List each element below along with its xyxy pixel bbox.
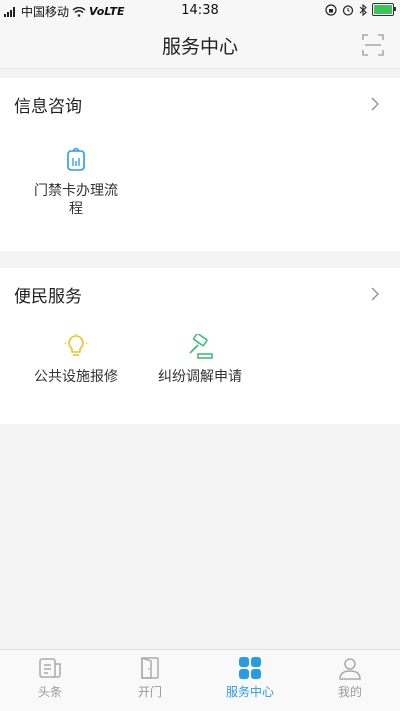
tab-service-center[interactable]: 服务中心 xyxy=(200,650,300,711)
tab-headlines[interactable]: 头条 xyxy=(0,650,100,711)
bluetooth-icon xyxy=(359,3,367,16)
tab-label: 服务中心 xyxy=(225,685,274,699)
tab-label: 头条 xyxy=(37,685,62,699)
tab-mine[interactable]: 我的 xyxy=(300,650,400,711)
tile-label: 公共设施报修 xyxy=(34,369,118,385)
tab-label: 开门 xyxy=(137,685,162,699)
nav-bar: 服务中心 xyxy=(0,22,400,69)
tab-open-door[interactable]: 开门 xyxy=(100,650,200,711)
access-card-icon xyxy=(67,147,85,171)
section-convenience-services: 便民服务 公共设施报修 纠纷调解申请 xyxy=(0,268,400,424)
tile-label: 门禁卡办理流程 xyxy=(34,183,118,217)
battery-icon xyxy=(372,3,396,16)
section-title: 信息咨询 xyxy=(14,97,82,117)
grid-icon xyxy=(239,657,261,679)
section-title: 便民服务 xyxy=(14,287,82,307)
section-info-consult: 信息咨询 门禁卡办理流程 xyxy=(0,78,400,251)
tile-label: 纠纷调解申请 xyxy=(158,369,242,385)
lock-rotation-icon xyxy=(325,3,337,16)
tile-facility-repair[interactable]: 公共设施报修 xyxy=(21,334,131,386)
door-icon xyxy=(141,656,159,679)
lightbulb-icon xyxy=(65,334,87,356)
gavel-icon xyxy=(189,334,213,359)
scan-icon[interactable] xyxy=(362,34,384,56)
tile-access-card-process[interactable]: 门禁卡办理流程 xyxy=(21,146,131,218)
status-right xyxy=(325,3,396,16)
alarm-icon xyxy=(342,4,354,16)
tile-dispute-mediation[interactable]: 纠纷调解申请 xyxy=(145,334,255,386)
page-title: 服务中心 xyxy=(161,36,238,58)
status-bar: 中国移动 VoLTE 14:38 xyxy=(0,0,400,22)
tab-bar: 头条 开门 服务中心 我的 xyxy=(0,649,400,711)
user-icon xyxy=(339,658,361,680)
chevron-right-icon[interactable] xyxy=(370,96,380,112)
news-icon xyxy=(39,658,61,678)
chevron-right-icon[interactable] xyxy=(370,286,380,302)
tab-label: 我的 xyxy=(337,685,362,699)
